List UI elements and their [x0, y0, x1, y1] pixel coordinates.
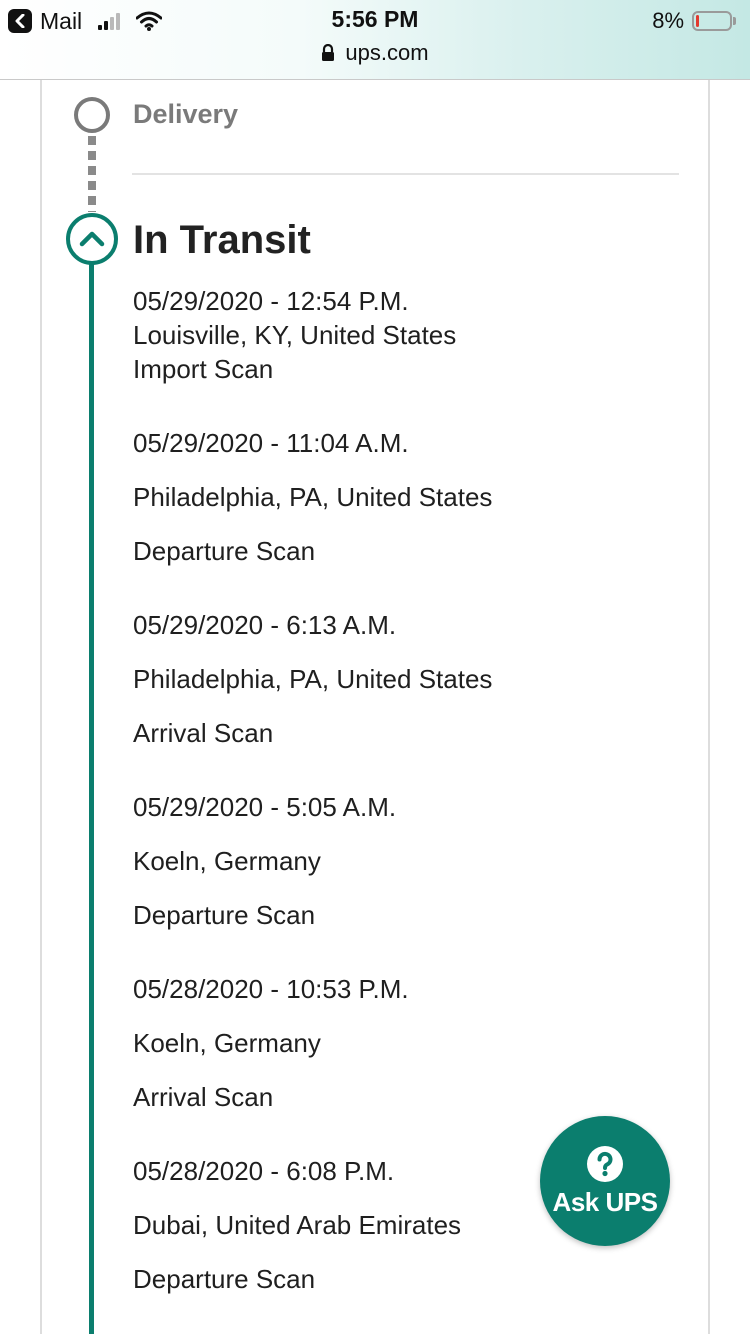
status-bar: Mail 5:56 PM ups.com 8%: [0, 0, 750, 80]
event-datetime: 05/28/2020 - 6:08 P.M.: [133, 1156, 395, 1186]
event-location: Dubai, United Arab Emirates: [133, 1210, 462, 1240]
battery-level-fill: [696, 15, 699, 27]
card-border-right: [708, 80, 710, 1334]
chevron-up-icon: [79, 231, 105, 247]
event-location: Louisville, KY, United States: [133, 320, 457, 350]
ask-ups-button[interactable]: Ask UPS: [540, 1116, 670, 1246]
delivery-milestone-label: Delivery: [133, 99, 239, 129]
question-circle-icon: [587, 1145, 623, 1182]
url-text: ups.com: [345, 40, 429, 65]
event-activity: Departure Scan: [133, 1264, 316, 1294]
event-location: Philadelphia, PA, United States: [133, 482, 493, 512]
event-datetime: 05/29/2020 - 12:54 P.M.: [133, 286, 409, 316]
event-activity: Import Scan: [133, 354, 274, 384]
milestone-divider: [132, 173, 679, 175]
battery-icon: [692, 11, 732, 31]
event-activity: Arrival Scan: [133, 718, 274, 748]
battery-indicator: 8%: [652, 8, 736, 34]
lock-icon: [322, 44, 335, 61]
pending-progress-line: [88, 136, 96, 212]
battery-cap: [733, 17, 736, 25]
event-activity: Departure Scan: [133, 900, 316, 930]
ask-ups-label: Ask UPS: [552, 1186, 658, 1217]
event-location: Koeln, Germany: [133, 1028, 321, 1058]
card-border-left: [40, 80, 42, 1334]
event-datetime: 05/28/2020 - 10:53 P.M.: [133, 974, 409, 1004]
event-activity: Arrival Scan: [133, 1082, 274, 1112]
battery-percent: 8%: [652, 8, 684, 33]
completed-progress-line: [89, 264, 94, 1334]
event-activity: Departure Scan: [133, 536, 316, 566]
event-location: Koeln, Germany: [133, 846, 321, 876]
status-time: 5:56 PM: [331, 6, 419, 32]
event-location: Philadelphia, PA, United States: [133, 664, 493, 694]
in-transit-heading: In Transit: [133, 218, 311, 262]
delivery-milestone-circle-icon: [74, 97, 110, 133]
event-datetime: 05/29/2020 - 11:04 A.M.: [133, 428, 409, 458]
event-datetime: 05/29/2020 - 5:05 A.M.: [133, 792, 397, 822]
collapse-transit-button[interactable]: [66, 213, 118, 265]
event-datetime: 05/29/2020 - 6:13 A.M.: [133, 610, 397, 640]
address-bar[interactable]: ups.com: [0, 40, 750, 66]
